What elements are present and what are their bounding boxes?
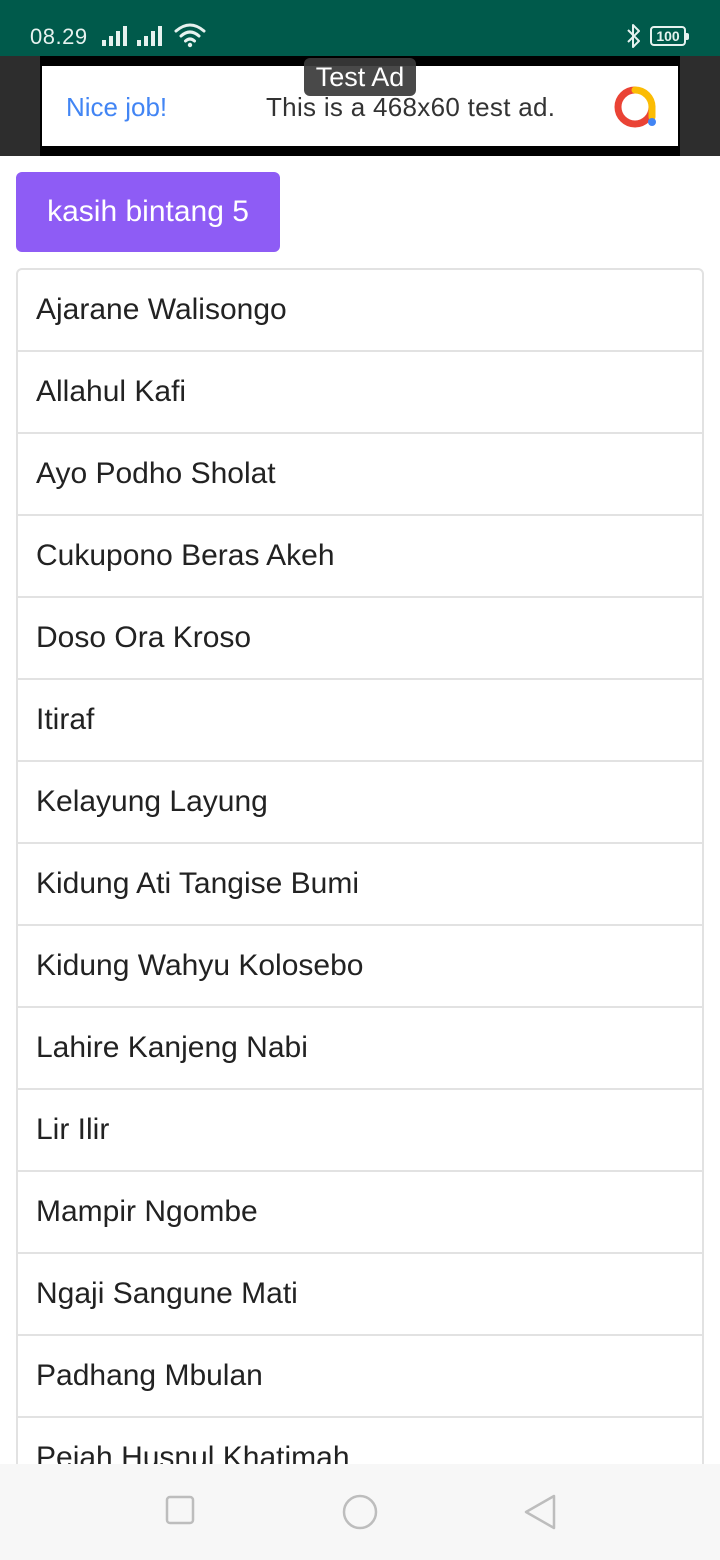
rate-five-stars-button[interactable]: kasih bintang 5	[16, 172, 280, 252]
song-list-item[interactable]: Ayo Podho Sholat	[18, 434, 702, 516]
ad-headline: Nice job!	[66, 92, 168, 122]
test-ad-label: Test Ad	[304, 58, 416, 96]
ad-body-text: This is a 468x60 test ad.	[266, 92, 556, 122]
bluetooth-icon	[627, 24, 640, 48]
signal-icon	[102, 26, 127, 46]
status-time: 08.29	[30, 24, 88, 49]
song-list-item[interactable]: Ajarane Walisongo	[18, 270, 702, 352]
navigation-bar	[0, 1464, 720, 1560]
song-list-item[interactable]: Cukupono Beras Akeh	[18, 516, 702, 598]
song-list-item[interactable]: Kelayung Layung	[18, 762, 702, 844]
signal-icon	[137, 26, 162, 46]
song-list-item[interactable]: Allahul Kafi	[18, 352, 702, 434]
status-bar: 08.29 100	[0, 0, 720, 56]
admob-logo-icon	[614, 86, 656, 128]
song-list-item[interactable]: Lahire Kanjeng Nabi	[18, 1008, 702, 1090]
song-list-item[interactable]: Doso Ora Kroso	[18, 598, 702, 680]
song-list-item[interactable]: Mampir Ngombe	[18, 1172, 702, 1254]
recent-apps-icon[interactable]	[164, 1494, 196, 1526]
song-list-item[interactable]: Itiraf	[18, 680, 702, 762]
app-screen: 08.29 100 Nice job! This is a 468x60 tes…	[0, 0, 720, 1560]
song-list: Ajarane Walisongo Allahul Kafi Ayo Podho S…	[16, 268, 704, 1560]
song-list-item[interactable]: Lir Ilir	[18, 1090, 702, 1172]
song-list-item[interactable]: Padhang Mbulan	[18, 1336, 702, 1418]
song-list-item[interactable]: Kidung Wahyu Kolosebo	[18, 926, 702, 1008]
battery-icon: 100	[650, 26, 689, 46]
home-icon[interactable]	[340, 1492, 380, 1532]
back-icon[interactable]	[520, 1492, 560, 1532]
song-list-item[interactable]: Kidung Ati Tangise Bumi	[18, 844, 702, 926]
song-list-item[interactable]: Ngaji Sangune Mati	[18, 1254, 702, 1336]
wifi-icon	[174, 23, 206, 48]
